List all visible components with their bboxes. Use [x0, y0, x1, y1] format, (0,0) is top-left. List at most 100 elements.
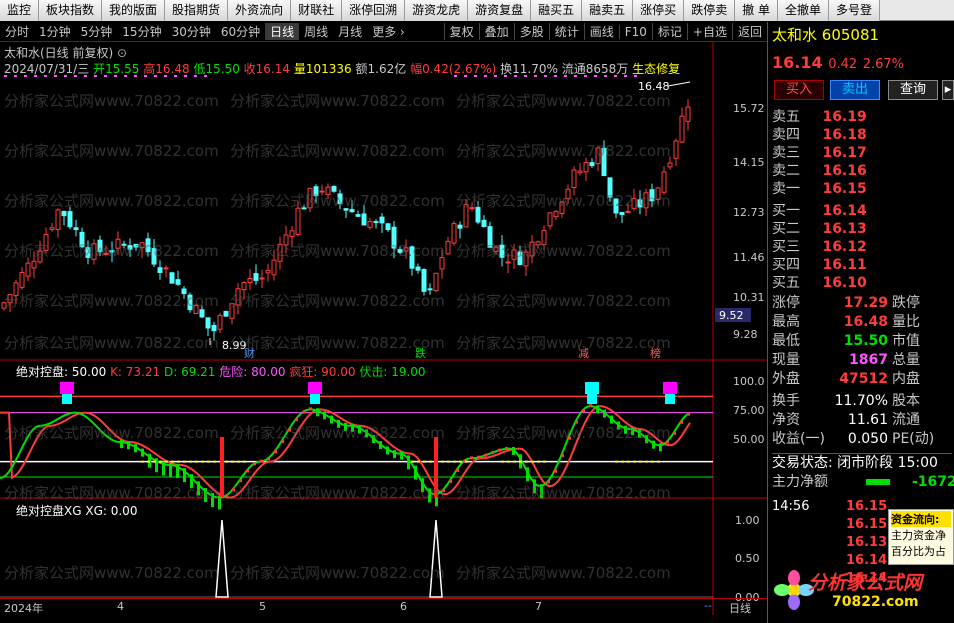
period-tab-9[interactable]: 更多 › — [367, 23, 410, 40]
candle-body — [523, 251, 529, 267]
mid-dash — [177, 460, 180, 463]
stat-label-2: 市值 — [892, 333, 920, 349]
tool-button-0[interactable]: 复权 — [443, 23, 479, 40]
stat-row-3: 现量 1867 总量 — [772, 351, 952, 369]
candle-body — [643, 192, 649, 209]
candle-body — [619, 211, 625, 216]
mid-dash — [153, 460, 156, 463]
indicator2-name: 绝对控盘XG — [16, 504, 82, 518]
candle-body — [577, 170, 583, 174]
ind1-bar — [575, 420, 578, 424]
ind1-bar — [526, 467, 529, 482]
toolbar-button-3[interactable]: 股指期货 — [165, 0, 229, 21]
toolbar-button-15[interactable]: 多号登 — [829, 0, 881, 21]
period-tab-3[interactable]: 15分钟 — [117, 23, 166, 40]
toolbar-button-0[interactable]: 监控 — [0, 0, 40, 21]
candle-body — [475, 206, 481, 223]
signal-square — [663, 382, 677, 394]
toolbar-button-1[interactable]: 板块指数 — [39, 0, 103, 21]
event-mark: 减 — [578, 347, 589, 360]
buy-button[interactable]: 买入 — [774, 80, 824, 100]
ind1-bar — [386, 446, 389, 455]
current-price-text: 9.52 — [719, 309, 744, 322]
candle-body — [241, 282, 247, 291]
query-button[interactable]: 查询 — [888, 80, 938, 100]
stat-value: 15.50 — [843, 333, 888, 349]
tool-button-3[interactable]: 统计 — [548, 23, 584, 40]
period-tab-1[interactable]: 1分钟 — [34, 23, 76, 40]
tool-button-1[interactable]: 叠加 — [478, 23, 514, 40]
toolbar-button-9[interactable]: 融买五 — [531, 0, 583, 21]
toolbar-button-13[interactable]: 撤 单 — [735, 0, 779, 21]
tool-button-5[interactable]: F10 — [618, 24, 652, 39]
candle-body — [421, 269, 427, 292]
toolbar-button-5[interactable]: 财联社 — [291, 0, 343, 21]
concept-label[interactable]: 生态修复 — [632, 62, 680, 76]
period-tab-8[interactable]: 月线 — [333, 23, 367, 40]
mid-dash — [429, 460, 432, 463]
ind1-bar — [302, 410, 305, 414]
ask-row-2: 卖三 16.17 — [772, 144, 952, 162]
low-value: 15.50 — [205, 62, 240, 76]
candle-body — [199, 309, 205, 318]
toolbar-button-7[interactable]: 游资龙虎 — [405, 0, 469, 21]
period-tab-2[interactable]: 5分钟 — [76, 23, 118, 40]
ind1-bar — [449, 479, 452, 483]
mid-dash — [141, 460, 144, 463]
danger-value: 危险: 80.00 — [219, 365, 286, 379]
candle-body — [565, 188, 571, 200]
date-label-4: 7 — [535, 600, 542, 613]
toolbar-button-8[interactable]: 游资复盘 — [468, 0, 532, 21]
date-readout: 2024/07/31/三 — [4, 62, 90, 76]
ask-label: 卖三 — [772, 145, 800, 161]
period-tab-4[interactable]: 30分钟 — [167, 23, 216, 40]
more-icon[interactable]: ▸ — [942, 80, 954, 100]
candle-body — [157, 267, 163, 273]
ind1-bar — [596, 405, 599, 414]
tool-button-7[interactable]: +自选 — [686, 23, 732, 40]
sell-button[interactable]: 卖出 — [830, 80, 880, 100]
mid-dash — [513, 460, 516, 463]
period-tab-7[interactable]: 周线 — [299, 23, 333, 40]
date-scroll[interactable]: -- — [704, 599, 712, 612]
low-label: 低 — [193, 62, 206, 76]
toolbar-button-4[interactable]: 外资流向 — [228, 0, 292, 21]
ind1-bar — [687, 412, 690, 416]
price-change: 0.42 — [828, 57, 858, 72]
toolbar-button-10[interactable]: 融卖五 — [582, 0, 634, 21]
chart-area[interactable]: 15.72 14.15 12.73 11.46 10.31 9.28 9.52 16.48 8.… — [0, 42, 767, 615]
mid-dash — [519, 460, 522, 463]
ask-price: 16.16 — [822, 163, 867, 179]
toolbar-button-12[interactable]: 跌停卖 — [684, 0, 736, 21]
chevron-down-icon[interactable]: ⊙ — [117, 46, 127, 60]
tool-button-4[interactable]: 画线 — [583, 23, 619, 40]
candle-body — [505, 261, 511, 264]
stat-label: 净资 — [772, 412, 800, 428]
ind1-bar — [428, 488, 431, 503]
tool-button-6[interactable]: 标记 — [651, 23, 687, 40]
signal-square-lower — [665, 394, 675, 404]
candle-body — [115, 238, 121, 249]
tool-button-2[interactable]: 多股 — [513, 23, 549, 40]
ind1-bar — [680, 420, 683, 424]
toolbar-button-11[interactable]: 涨停买 — [633, 0, 685, 21]
toolbar-button-6[interactable]: 涨停回溯 — [342, 0, 406, 21]
event-mark: 跌 — [415, 346, 426, 360]
candle-body — [553, 211, 559, 218]
period-tab-5[interactable]: 60分钟 — [216, 23, 265, 40]
ind1-bar — [547, 480, 550, 484]
candlestick-chart[interactable]: 15.72 14.15 12.73 11.46 10.31 9.28 9.52 16.48 8.… — [0, 42, 767, 615]
mid-dash — [621, 460, 624, 463]
top-toolbar: 监控 板块指数 我的版面 股指期货 外资流向 财联社 涨停回溯 游资龙虎 游资复盘 融买五 融卖五涨… — [0, 0, 954, 21]
ind1-bar — [512, 447, 515, 456]
ask-row-3: 卖二 16.16 — [772, 162, 952, 180]
ind1-bar — [323, 411, 326, 420]
toolbar-button-14[interactable]: 全撤单 — [778, 0, 830, 21]
tool-button-8[interactable]: 返回 — [731, 23, 767, 40]
ind1-bar — [295, 418, 298, 422]
period-tab-6[interactable]: 日线 — [265, 23, 300, 40]
ind1-axis-label: 75.00 — [733, 404, 765, 417]
toolbar-button-2[interactable]: 我的版面 — [102, 0, 166, 21]
period-tab-0[interactable]: 分时 — [0, 23, 34, 40]
ind1-axis-label: 50.00 — [733, 433, 765, 446]
